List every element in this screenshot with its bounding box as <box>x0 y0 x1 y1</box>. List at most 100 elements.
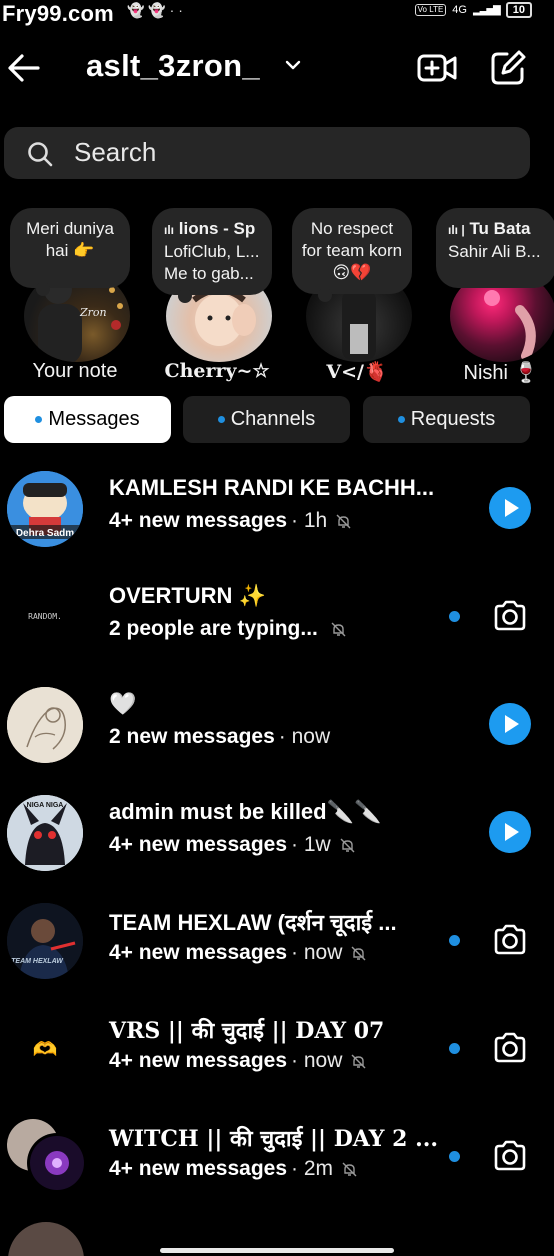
search-bar[interactable]: Search <box>4 127 530 179</box>
bubble-tail <box>178 289 192 303</box>
avatar-image: RANDOM. <box>28 612 62 621</box>
note-label: 𝐂𝐡𝐞𝐫𝐫𝐲~☆ <box>164 360 270 382</box>
preview-text: 4+ new messages <box>109 941 288 964</box>
note-nishi[interactable]: ılı | Tu Bata Sahir Ali B... Nishi 🍷 <box>436 205 554 390</box>
muted-bell-icon <box>351 946 366 960</box>
preview-text: 2 people are typing... <box>109 617 318 640</box>
avatar[interactable]: TEAM HEXLAW <box>7 903 83 979</box>
new-message-icon[interactable] <box>488 48 528 88</box>
status-right: Vo LTE 4G ▂▃▅▇ 10 <box>414 2 532 18</box>
preview-text: 4+ new messages <box>109 1049 288 1072</box>
tab-messages[interactable]: Messages <box>4 396 171 443</box>
avatar-caption: 🫶 <box>32 1038 58 1061</box>
preview-text: 4+ new messages <box>109 1157 288 1180</box>
play-button[interactable] <box>489 811 531 853</box>
svg-text:Zron: Zron <box>79 306 107 319</box>
inbox-tabs: Messages Channels Requests <box>4 396 554 443</box>
note-your-note[interactable]: Zron Meri duniya hai 👉 Your note <box>10 205 140 390</box>
muted-bell-icon <box>351 1054 366 1068</box>
avatar-caption: NIGA NIGA <box>27 802 64 809</box>
note-cherry[interactable]: ılı lions - Sp LofiClub, L... Me to gab.… <box>152 205 282 390</box>
search-input[interactable]: Search <box>74 137 156 168</box>
muted-bell-icon <box>342 1162 357 1176</box>
conversation-row[interactable]: WITCH || की चुदाई || DAY 2 ... 4+ new me… <box>0 1119 554 1227</box>
battery-level: 10 <box>512 4 525 16</box>
conversation-row[interactable]: RANDOM. OVERTURN ✨ 2 people are typing..… <box>0 579 554 687</box>
avatar-image: Dehra Sadm <box>7 471 83 547</box>
avatar[interactable]: NIGA NIGA <box>7 795 83 871</box>
conversation-row[interactable]: 🤍 2 new messages · now <box>0 687 554 795</box>
note-label: Nishi 🍷 <box>463 362 539 384</box>
battery-icon: 10 <box>505 2 532 18</box>
timestamp: · now <box>291 1049 343 1072</box>
timestamp: · 1h <box>291 509 328 532</box>
muted-bell-icon <box>340 838 355 852</box>
play-button[interactable] <box>489 703 531 745</box>
avatar-caption: Dehra Sadm <box>16 528 74 539</box>
search-icon <box>28 142 53 167</box>
conversation-row[interactable]: Dehra Sadm KAMLESH RANDI KE BACHH... 4+ … <box>0 471 554 579</box>
conversation-name: KAMLESH RANDI KE BACHH... <box>109 475 435 500</box>
bubble-tail <box>36 282 50 296</box>
conversation-preview: 4+ new messages · 1h <box>109 509 352 533</box>
music-title-line: ılı lions - Sp <box>164 218 264 241</box>
chevron-down-icon[interactable] <box>284 56 302 74</box>
tab-channels[interactable]: Channels <box>183 396 350 443</box>
avatar[interactable]: RANDOM. <box>7 579 83 655</box>
avatar-image <box>7 1119 87 1193</box>
conversation-preview: 4+ new messages · now <box>109 941 367 965</box>
notification-icons: 👻 👻 · · <box>127 2 183 18</box>
note-v[interactable]: No respect for team korn🙃💔 V</🫀 <box>292 205 422 390</box>
play-icon <box>505 499 519 517</box>
note-label: Your note <box>32 360 118 382</box>
conversation-preview: 4+ new messages · 1w <box>109 833 356 857</box>
note-text: Meri duniya hai 👉 <box>26 219 114 260</box>
play-icon <box>505 715 519 733</box>
note-bubble[interactable]: ılı | Tu Bata Sahir Ali B... <box>436 208 554 288</box>
music-wave-icon: ılı <box>164 223 175 237</box>
preview-text: 4+ new messages <box>109 833 288 856</box>
header: aslt_3zron_ <box>0 40 554 96</box>
muted-bell-icon <box>336 514 351 528</box>
camera-icon[interactable] <box>490 1028 530 1068</box>
avatar[interactable]: Dehra Sadm <box>7 471 83 547</box>
note-label: V</🫀 <box>326 361 388 383</box>
tab-label: Channels <box>230 408 316 430</box>
avatar-image: TEAM HEXLAW <box>7 903 83 979</box>
note-bubble[interactable]: ılı lions - Sp LofiClub, L... Me to gab.… <box>152 208 272 303</box>
play-button[interactable] <box>489 487 531 529</box>
back-arrow-icon[interactable] <box>4 48 44 88</box>
music-title-line: ılı | Tu Bata <box>448 218 548 241</box>
tab-unread-dot <box>397 416 405 423</box>
unread-dot <box>449 611 460 622</box>
avatar <box>8 1222 84 1256</box>
camera-icon[interactable] <box>490 1136 530 1176</box>
conversation-row[interactable]: NIGA NIGA admin must be killed🔪🔪 4+ new … <box>0 795 554 903</box>
avatar-group[interactable] <box>7 1119 87 1195</box>
video-call-add-icon[interactable] <box>416 48 458 88</box>
note-text: Me to gab... <box>164 264 254 283</box>
tab-requests[interactable]: Requests <box>363 396 530 443</box>
avatar[interactable]: 🫶 <box>7 1011 83 1087</box>
timestamp: · 2m <box>291 1157 334 1180</box>
conversation-name: OVERTURN ✨ <box>109 583 266 608</box>
note-text: No respect for team korn🙃💔 <box>301 219 403 282</box>
note-bubble[interactable]: Meri duniya hai 👉 <box>10 208 130 296</box>
timestamp: · now <box>278 725 331 748</box>
avatar[interactable] <box>7 687 83 763</box>
conversation-preview: 4+ new messages · now <box>109 1049 367 1073</box>
watermark-text: Fry99.com <box>2 1 114 26</box>
conversation-row-partial[interactable] <box>8 1222 84 1256</box>
conversation-row[interactable]: TEAM HEXLAW TEAM HEXLAW (दर्शन चूदाई ...… <box>0 903 554 1011</box>
note-bubble[interactable]: No respect for team korn🙃💔 <box>292 208 412 302</box>
conversation-name: VRS || की चुदाई || DAY 07 <box>109 1018 385 1044</box>
music-wave-icon: ılı | <box>448 223 465 237</box>
home-indicator[interactable] <box>160 1248 394 1253</box>
tab-unread-dot <box>35 416 43 423</box>
camera-icon[interactable] <box>490 920 530 960</box>
account-username[interactable]: aslt_3zron_ <box>86 48 260 84</box>
conversation-row[interactable]: 🫶 VRS || की चुदाई || DAY 07 4+ new messa… <box>0 1011 554 1119</box>
tab-label: Requests <box>410 408 496 430</box>
notes-row: Zron Meri duniya hai 👉 Your note ılı lio… <box>0 205 554 390</box>
camera-icon[interactable] <box>490 596 530 636</box>
